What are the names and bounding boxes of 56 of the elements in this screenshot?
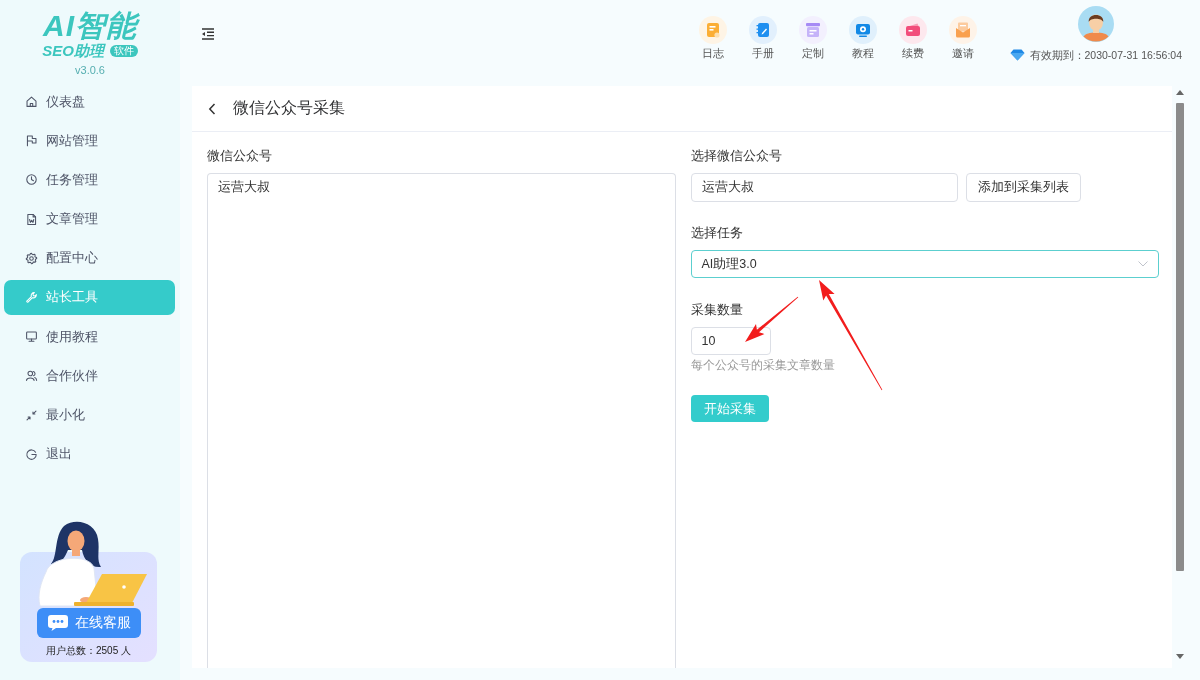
field-label: 采集数量 [690,302,744,319]
toolbar-button[interactable]: 续费 [887,16,938,60]
wrench-icon [25,290,38,304]
wallet-icon [898,16,927,44]
expiry-text: 有效期到：2030-07-31 16:56:04 [1029,48,1182,62]
menu-icon[interactable] [201,28,215,40]
toolbar-button[interactable]: 邀请 [937,16,988,60]
shrink-icon [25,408,38,422]
page-title: 微信公众号采集 [233,98,345,118]
user-count-text: 用户总数：2505 人 [46,644,131,658]
field-label: 选择微信公众号 [690,148,783,165]
archive-box-icon [798,16,827,44]
envelope-icon [948,16,977,44]
monitor-icon [25,330,38,344]
flag-icon [25,134,38,148]
sidebar-item[interactable]: 网站管理 [4,123,175,159]
logo-badge: 软件 [109,44,138,57]
sidebar-item[interactable]: 任务管理 [4,162,175,198]
document-icon [25,212,38,226]
clock-icon [25,173,38,187]
sidebar-item[interactable]: 退出 [4,436,175,472]
note-icon [698,16,727,44]
version-text: v3.0.6 [75,64,105,77]
annotation-arrow [745,296,799,342]
sidebar-item[interactable]: 文章管理 [4,201,175,237]
task-select[interactable]: AI助理3.0 [690,250,1159,278]
chevron-down-icon [1138,261,1148,267]
sidebar-item[interactable]: 使用教程 [4,319,175,355]
scroll-up-icon[interactable] [1176,90,1184,95]
back-icon[interactable] [208,102,216,115]
input-field[interactable]: 运营大叔 [690,173,958,202]
home-icon [25,95,38,108]
chat-icon [46,614,69,632]
logout-icon [25,447,38,461]
add-button[interactable]: 添加到采集列表 [965,173,1081,202]
avatar-icon[interactable] [1077,6,1114,42]
sidebar-item[interactable]: 仪表盘 [4,84,175,119]
hint-text: 每个公众号的采集文章数量 [690,357,836,374]
scroll-down-icon[interactable] [1176,654,1184,659]
sidebar-item[interactable]: 最小化 [4,397,175,433]
field-label: 选择任务 [690,225,744,242]
scrollbar-thumb[interactable] [1176,103,1184,571]
toolbar-button[interactable]: 教程 [837,16,888,60]
sidebar-item[interactable]: 合作伙伴 [4,358,175,394]
toolbar-button[interactable]: 手册 [737,16,788,60]
field-label: 微信公众号 [207,148,273,165]
sidebar-item[interactable]: 配置中心 [4,240,175,276]
diamond-icon [1009,49,1025,61]
gear-icon [25,251,38,265]
toolbar-button[interactable]: 定制 [787,16,838,60]
screen-icon [848,16,877,44]
logo-subtitle: SEO助理 [42,42,104,59]
textarea-field[interactable]: 运营大叔 [207,173,676,668]
notebook-icon [748,16,777,44]
users-icon [25,369,38,383]
toolbar-button[interactable]: 日志 [687,16,738,60]
